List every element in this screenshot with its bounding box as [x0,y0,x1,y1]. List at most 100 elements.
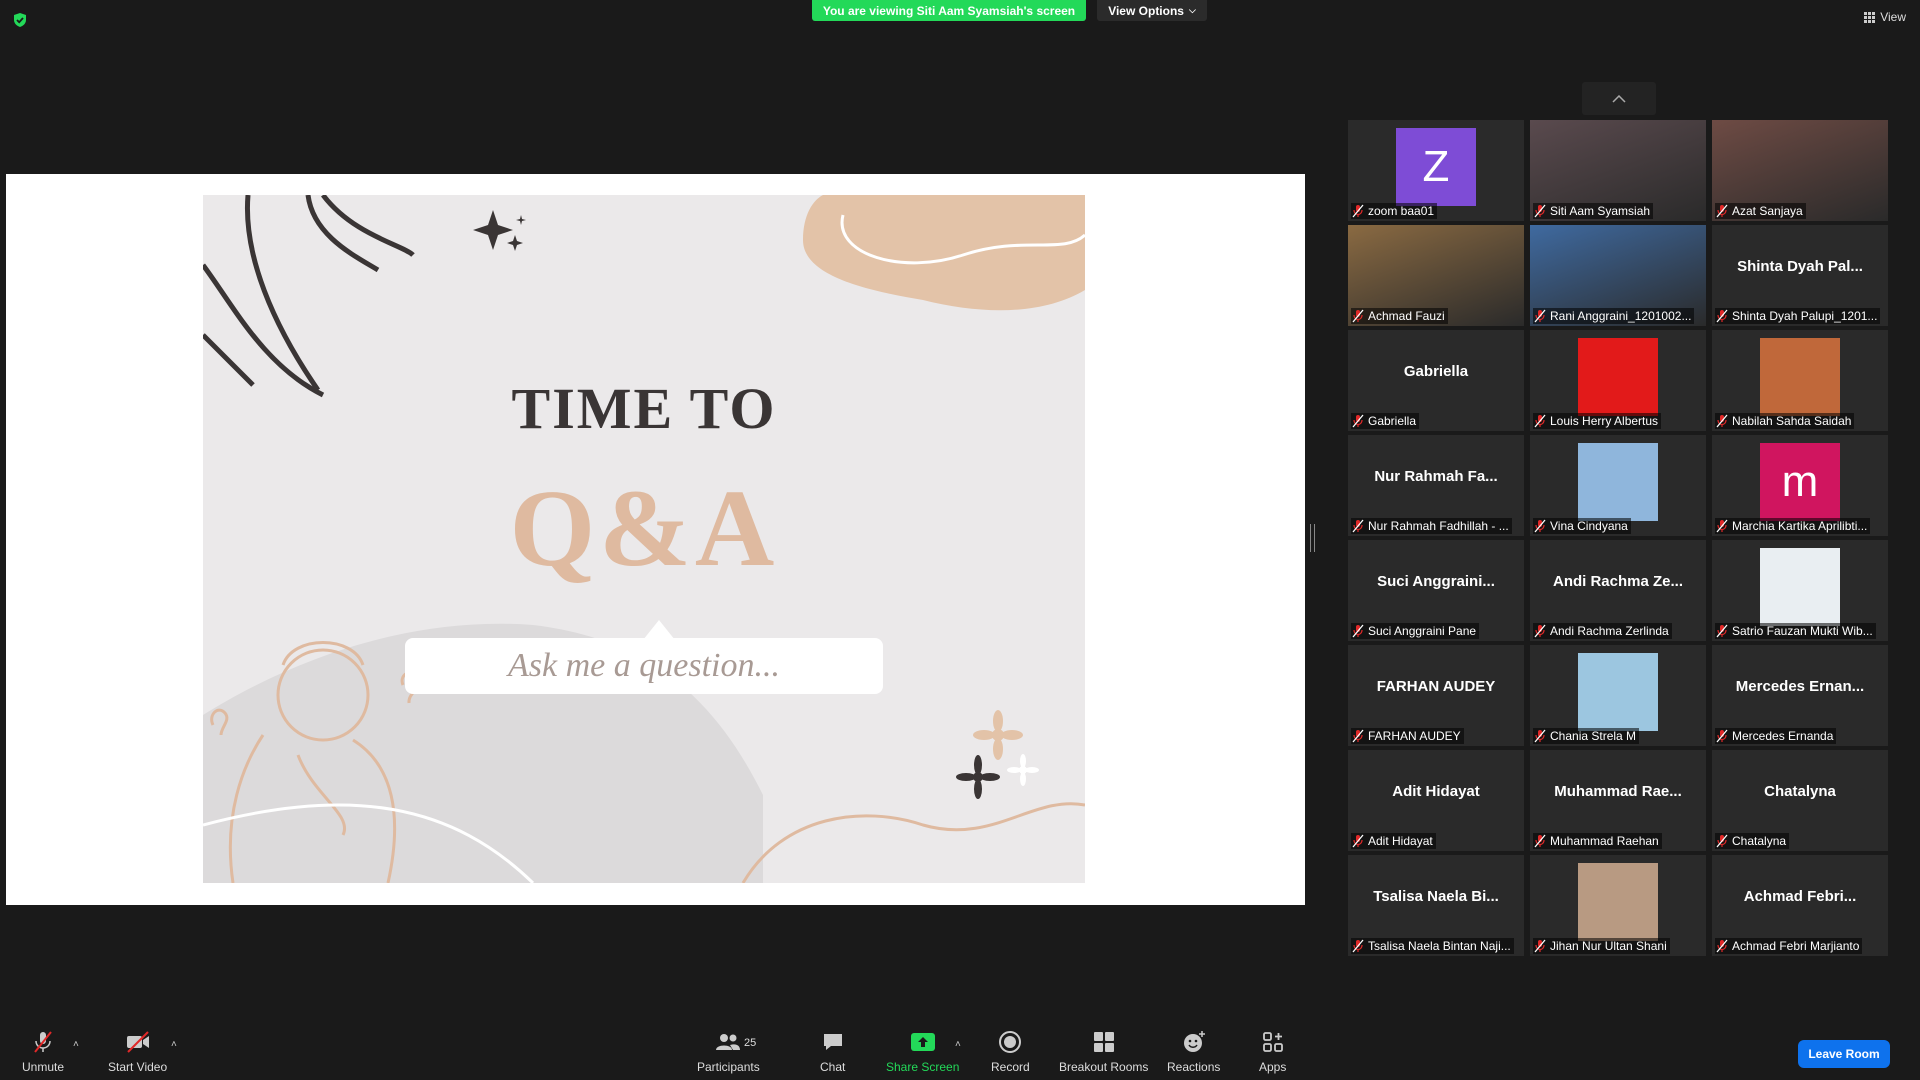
participant-name: Suci Anggraini Pane [1368,624,1477,638]
participant-name-label: Chania Strela M [1533,728,1640,744]
participant-display-name: Mercedes Ernan... [1735,678,1865,695]
participant-tile[interactable]: Muhammad Rae... Muhammad Raehan [1530,750,1706,851]
participant-tile[interactable]: Louis Herry Albertus [1530,330,1706,431]
microphone-muted-icon [34,1031,52,1053]
participant-name-label: Vina Cindyana [1533,518,1631,534]
participant-name-label: Gabriella [1351,413,1420,429]
unmute-button[interactable]: Unmute [22,1030,64,1074]
participant-name-label: Nabilah Sahda Saidah [1715,413,1855,429]
participant-name-label: Rani Anggraini_1201002... [1533,308,1695,324]
participant-name-label: Jihan Nur Ultan Shani [1533,938,1670,954]
participant-tile[interactable]: Adit Hidayat Adit Hidayat [1348,750,1524,851]
gallery-scroll-up-button[interactable] [1582,82,1656,115]
view-button[interactable]: View [1864,10,1906,24]
participant-name-label: Andi Rachma Zerlinda [1533,623,1672,639]
view-options-button[interactable]: View Options ⌵ [1097,0,1207,21]
participant-display-name: Tsalisa Naela Bi... [1373,888,1499,905]
participant-name-label: Marchia Kartika Aprilibti... [1715,518,1871,534]
participant-tile[interactable]: Vina Cindyana [1530,435,1706,536]
participant-tile[interactable]: Zzoom baa01 [1348,120,1524,221]
participant-tile[interactable]: Suci Anggraini... Suci Anggraini Pane [1348,540,1524,641]
microphone-muted-icon [1716,729,1728,743]
participant-name: Gabriella [1368,414,1417,428]
profile-photo [1578,863,1658,941]
share-screen-label: Share Screen [886,1060,960,1074]
participant-tile[interactable]: Mercedes Ernan... Mercedes Ernanda [1712,645,1888,746]
microphone-muted-icon [1352,519,1364,533]
breakout-rooms-button[interactable]: Breakout Rooms [1059,1030,1148,1074]
participant-tile[interactable]: Siti Aam Syamsiah [1530,120,1706,221]
avatar: Z [1396,128,1476,206]
participant-name: FARHAN AUDEY [1368,729,1461,743]
breakout-rooms-icon [1093,1032,1114,1052]
security-shield-icon[interactable] [12,12,28,28]
slide-subtitle: Q&A [509,467,779,589]
apps-icon [1262,1032,1283,1052]
participant-tile[interactable]: FARHAN AUDEY FARHAN AUDEY [1348,645,1524,746]
microphone-muted-icon [1352,834,1364,848]
participant-name-label: Adit Hidayat [1351,833,1436,849]
participant-name-label: Siti Aam Syamsiah [1533,203,1654,219]
presentation-slide: TIME TO Q&A Ask me a question... [203,195,1085,883]
participant-name: Chania Strela M [1550,729,1637,743]
participant-tile[interactable]: Andi Rachma Ze... Andi Rachma Zerlinda [1530,540,1706,641]
participant-tile[interactable]: Achmad Fauzi [1348,225,1524,326]
start-video-button[interactable]: Start Video [108,1030,167,1074]
participant-tile[interactable]: Rani Anggraini_1201002... [1530,225,1706,326]
leave-room-label: Leave Room [1808,1047,1880,1061]
participant-tile[interactable]: Chatalyna Chatalyna [1712,750,1888,851]
microphone-muted-icon [1534,834,1546,848]
record-icon [999,1031,1022,1053]
record-button[interactable]: Record [991,1030,1030,1074]
participant-name-label: Achmad Fauzi [1351,308,1448,324]
share-options-caret[interactable]: ˄ [955,1039,961,1050]
participant-name-label: Nur Rahmah Fadhillah - ... [1351,518,1512,534]
participant-name: Satrio Fauzan Mukti Wib... [1732,624,1873,638]
profile-photo [1578,653,1658,731]
chevron-down-icon: ⌵ [1188,5,1196,15]
apps-button[interactable]: Apps [1259,1030,1286,1074]
participant-name: Mercedes Ernanda [1732,729,1834,743]
share-screen-button[interactable]: Share Screen [886,1030,959,1074]
participant-tile[interactable]: m Marchia Kartika Aprilibti... [1712,435,1888,536]
participant-display-name: Andi Rachma Ze... [1552,573,1684,590]
participant-tile[interactable]: Gabriella Gabriella [1348,330,1524,431]
microphone-muted-icon [1534,729,1546,743]
participant-display-name: Chatalyna [1764,783,1836,800]
breakout-rooms-label: Breakout Rooms [1059,1060,1149,1074]
participant-tile[interactable]: Satrio Fauzan Mukti Wib... [1712,540,1888,641]
grid-icon [1864,11,1876,23]
start-video-label: Start Video [108,1060,168,1074]
panel-resize-handle[interactable] [1310,524,1315,552]
participant-display-name: Shinta Dyah Pal... [1737,258,1863,275]
video-off-icon [126,1031,149,1053]
speech-bubble: Ask me a question... [405,638,883,694]
unmute-label: Unmute [22,1060,65,1074]
participant-tile[interactable]: Jihan Nur Ultan Shani [1530,855,1706,956]
participant-tile[interactable]: Tsalisa Naela Bi... Tsalisa Naela Bintan … [1348,855,1524,956]
participant-tile[interactable]: Azat Sanjaya [1712,120,1888,221]
shared-screen: TIME TO Q&A Ask me a question... [6,174,1305,905]
participant-name-label: Muhammad Raehan [1533,833,1662,849]
participant-display-name: Achmad Febri... [1743,888,1857,905]
chat-icon [823,1034,842,1050]
participant-name: Achmad Fauzi [1368,309,1445,323]
participant-tile[interactable]: Shinta Dyah Pal... Shinta Dyah Palupi_120… [1712,225,1888,326]
participants-label: Participants [697,1060,760,1074]
participant-tile[interactable]: Nabilah Sahda Saidah [1712,330,1888,431]
participant-name: Chatalyna [1732,834,1787,848]
participant-name-label: Tsalisa Naela Bintan Naji... [1351,938,1514,954]
leave-room-button[interactable]: Leave Room [1798,1040,1890,1068]
microphone-muted-icon [1716,939,1728,953]
chat-button[interactable]: Chat [820,1030,845,1074]
audio-options-caret[interactable]: ˄ [73,1039,79,1050]
avatar-letter: Z [1422,142,1450,191]
participant-tile[interactable]: Achmad Febri... Achmad Febri Marjianto [1712,855,1888,956]
participant-tile[interactable]: Nur Rahmah Fa... Nur Rahmah Fadhillah - .… [1348,435,1524,536]
participant-name: zoom baa01 [1368,204,1435,218]
reactions-button[interactable]: Reactions [1167,1030,1220,1074]
participant-tile[interactable]: Chania Strela M [1530,645,1706,746]
microphone-muted-icon [1352,729,1364,743]
video-options-caret[interactable]: ˄ [171,1039,177,1050]
profile-photo [1760,548,1840,626]
